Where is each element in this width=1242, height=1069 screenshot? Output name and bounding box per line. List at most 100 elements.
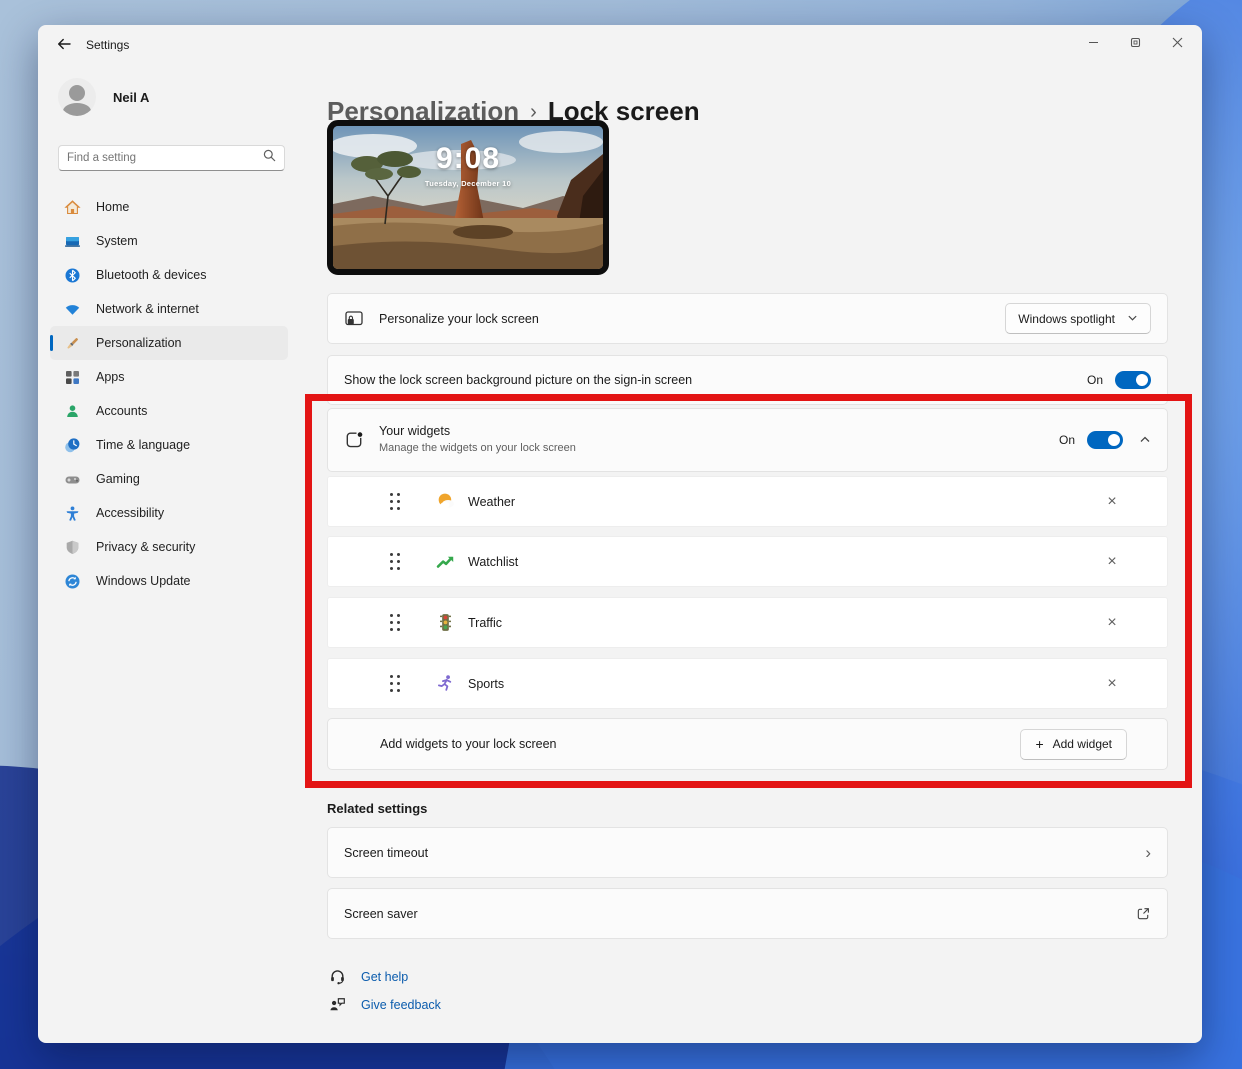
drag-handle-icon[interactable]: [390, 493, 400, 510]
sidebar-item-label: Bluetooth & devices: [96, 268, 207, 282]
toggle-knob: [1108, 434, 1120, 446]
chevron-down-icon: [1127, 312, 1138, 326]
sidebar-item-accounts[interactable]: Accounts: [50, 394, 288, 428]
widget-row-watchlist: Watchlist ×: [327, 536, 1168, 587]
user-account[interactable]: Neil A: [58, 78, 149, 116]
traffic-light-icon: [435, 613, 455, 633]
signin-label: Show the lock screen background picture …: [344, 373, 692, 387]
sidebar-item-label: Accessibility: [96, 506, 164, 520]
drag-handle-icon[interactable]: [390, 553, 400, 570]
close-x-icon: ×: [1107, 675, 1116, 693]
sidebar-item-label: Home: [96, 200, 129, 214]
shield-icon: [63, 538, 81, 556]
settings-window: Settings Neil A Home: [38, 25, 1202, 1043]
search-box[interactable]: [58, 145, 285, 171]
sidebar-item-home[interactable]: Home: [50, 190, 288, 224]
dropdown-value: Windows spotlight: [1018, 312, 1115, 326]
screen-timeout-label: Screen timeout: [344, 846, 428, 860]
clock-globe-icon: [63, 436, 81, 454]
selected-indicator: [50, 335, 53, 351]
sidebar-item-label: Apps: [96, 370, 125, 384]
wifi-icon: [63, 300, 81, 318]
signin-background-row: Show the lock screen background picture …: [327, 355, 1168, 405]
lock-screen-clock: 9:08 Tuesday, December 10: [333, 142, 603, 188]
your-widgets-header[interactable]: Your widgets Manage the widgets on your …: [327, 408, 1168, 472]
get-help-link[interactable]: Get help: [329, 968, 408, 985]
sidebar-item-personalization[interactable]: Personalization: [50, 326, 288, 360]
drag-handle-icon[interactable]: [390, 614, 400, 631]
related-settings-heading: Related settings: [327, 801, 427, 816]
apps-icon: [63, 368, 81, 386]
get-help-label: Get help: [361, 970, 408, 984]
user-name: Neil A: [113, 90, 149, 105]
sidebar-item-label: Windows Update: [96, 574, 191, 588]
screen-timeout-row[interactable]: Screen timeout ›: [327, 827, 1168, 878]
minimize-icon: [1088, 35, 1099, 53]
sidebar-item-label: Time & language: [96, 438, 190, 452]
widget-label: Weather: [468, 495, 515, 509]
add-widget-button-label: Add widget: [1053, 737, 1112, 751]
personalize-label: Personalize your lock screen: [379, 312, 539, 326]
plus-icon: +: [1035, 736, 1043, 752]
remove-widget-button[interactable]: ×: [1101, 612, 1123, 634]
sidebar-item-network-internet[interactable]: Network & internet: [50, 292, 288, 326]
signin-toggle-state: On: [1087, 373, 1103, 387]
remove-widget-button[interactable]: ×: [1101, 551, 1123, 573]
sidebar-item-label: System: [96, 234, 138, 248]
search-input[interactable]: [67, 152, 263, 164]
sidebar-item-label: Accounts: [96, 404, 147, 418]
drag-handle-icon[interactable]: [390, 675, 400, 692]
widget-row-weather: Weather ×: [327, 476, 1168, 527]
sidebar-item-gaming[interactable]: Gaming: [50, 462, 288, 496]
paintbrush-icon: [63, 334, 81, 352]
accessibility-icon: [63, 504, 81, 522]
add-widget-button[interactable]: + Add widget: [1020, 729, 1127, 760]
external-link-icon: [1136, 906, 1151, 921]
widgets-toggle[interactable]: [1087, 431, 1123, 449]
sidebar-item-bluetooth-devices[interactable]: Bluetooth & devices: [50, 258, 288, 292]
sidebar-item-system[interactable]: System: [50, 224, 288, 258]
widgets-subtitle: Manage the widgets on your lock screen: [379, 442, 576, 456]
close-icon: [1172, 35, 1183, 53]
back-button[interactable]: [50, 35, 78, 57]
sidebar-item-time-language[interactable]: Time & language: [50, 428, 288, 462]
give-feedback-link[interactable]: Give feedback: [329, 996, 441, 1013]
widget-label: Sports: [468, 677, 504, 691]
chevron-up-icon[interactable]: [1139, 434, 1151, 446]
close-x-icon: ×: [1107, 553, 1116, 571]
sports-icon: [435, 674, 455, 694]
gamepad-icon: [63, 470, 81, 488]
maximize-icon: [1130, 35, 1141, 53]
widgets-icon: [344, 430, 364, 450]
sidebar-item-accessibility[interactable]: Accessibility: [50, 496, 288, 530]
sidebar-item-apps[interactable]: Apps: [50, 360, 288, 394]
sidebar-item-label: Privacy & security: [96, 540, 195, 554]
maximize-button[interactable]: [1114, 29, 1156, 59]
personalize-lock-screen-row: Personalize your lock screen Windows spo…: [327, 293, 1168, 344]
sidebar-item-windows-update[interactable]: Windows Update: [50, 564, 288, 598]
desktop-wallpaper: Settings Neil A Home: [0, 0, 1242, 1069]
feedback-icon: [329, 996, 346, 1013]
widget-row-sports: Sports ×: [327, 658, 1168, 709]
weather-icon: [435, 492, 455, 512]
widget-row-traffic: Traffic ×: [327, 597, 1168, 648]
minimize-button[interactable]: [1072, 29, 1114, 59]
remove-widget-button[interactable]: ×: [1101, 673, 1123, 695]
lock-screen-icon: [344, 309, 364, 329]
avatar: [58, 78, 96, 116]
sidebar-item-privacy-security[interactable]: Privacy & security: [50, 530, 288, 564]
close-button[interactable]: [1156, 29, 1198, 59]
close-x-icon: ×: [1107, 493, 1116, 511]
remove-widget-button[interactable]: ×: [1101, 491, 1123, 513]
add-widgets-row: Add widgets to your lock screen + Add wi…: [327, 718, 1168, 770]
sidebar-item-label: Personalization: [96, 336, 181, 350]
give-feedback-label: Give feedback: [361, 998, 441, 1012]
widgets-toggle-state: On: [1059, 433, 1075, 447]
watchlist-icon: [435, 552, 455, 572]
help-headset-icon: [329, 968, 346, 985]
screen-saver-row[interactable]: Screen saver: [327, 888, 1168, 939]
sidebar-item-label: Network & internet: [96, 302, 199, 316]
close-x-icon: ×: [1107, 614, 1116, 632]
lock-screen-type-dropdown[interactable]: Windows spotlight: [1005, 303, 1151, 334]
signin-toggle[interactable]: [1115, 371, 1151, 389]
